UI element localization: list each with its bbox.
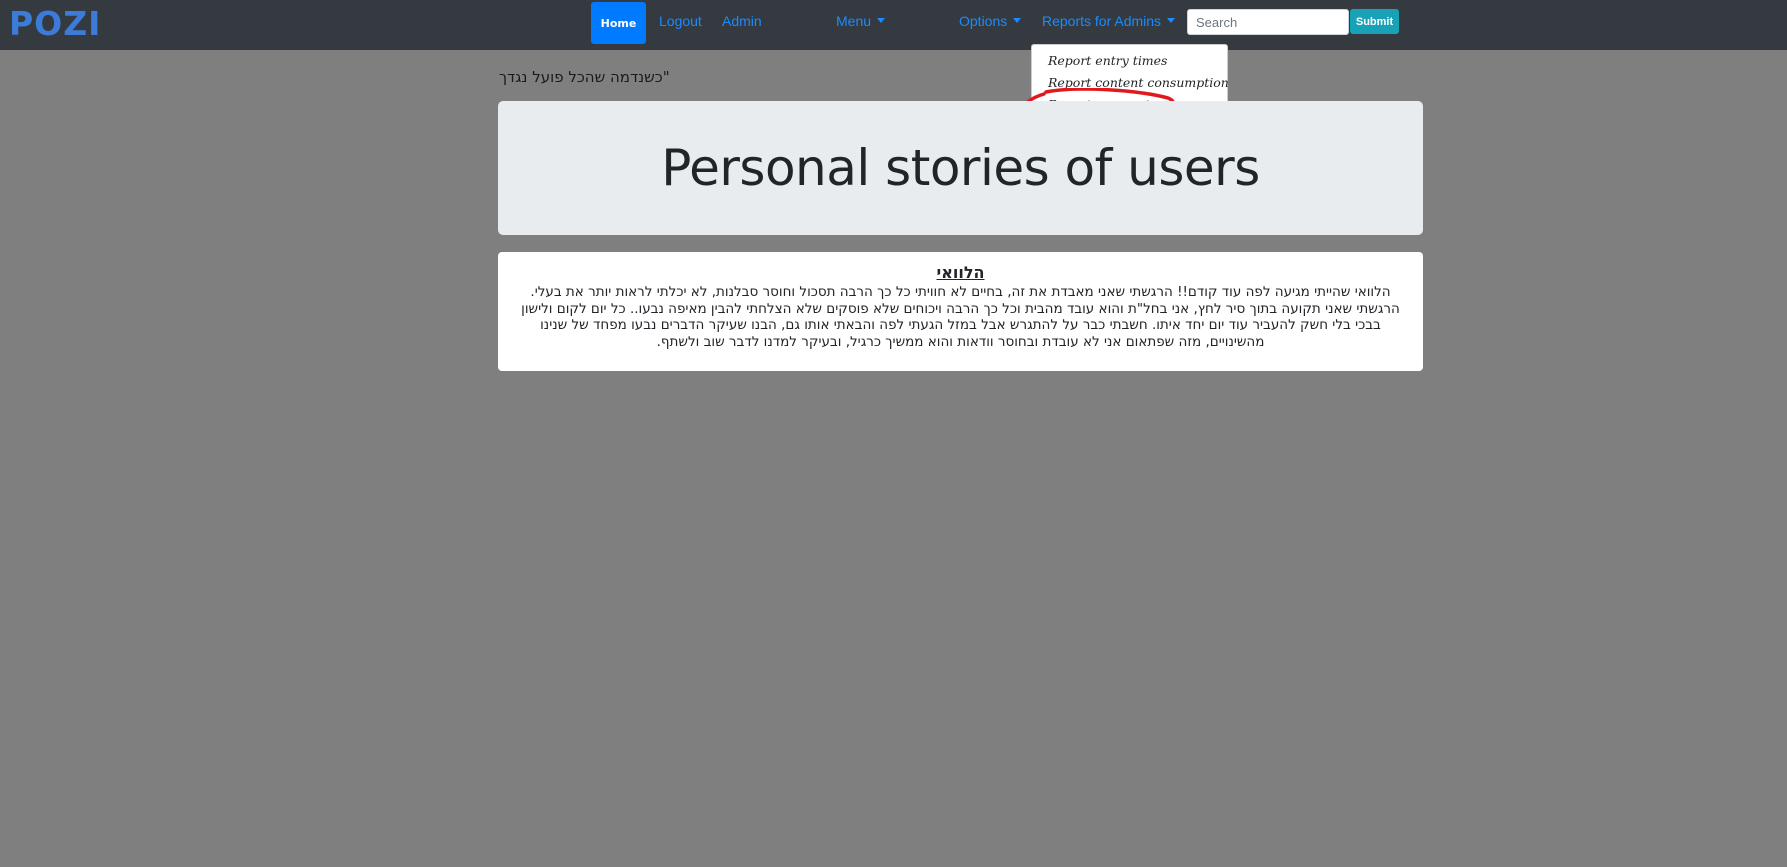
caret-down-icon — [1013, 18, 1022, 23]
home-nav-button[interactable]: Home — [591, 2, 646, 44]
page-title: Personal stories of users — [661, 139, 1260, 197]
story-body: הלוואי שהייתי מגיעה לפה עוד קודם!! הרגשת… — [521, 284, 1400, 350]
reports-label: Reports for Admins — [1042, 13, 1162, 29]
submit-button[interactable]: Submit — [1350, 9, 1399, 34]
caret-down-icon — [1167, 18, 1176, 23]
report-entry-times-item[interactable]: Report entry times — [1032, 50, 1227, 72]
admin-nav-link[interactable]: Admin — [722, 13, 762, 29]
options-dropdown-toggle[interactable]: Options — [959, 13, 1022, 29]
caret-down-icon — [877, 18, 886, 23]
story-card: הלוואי הלוואי שהייתי מגיעה לפה עוד קודם!… — [498, 252, 1423, 371]
top-navbar: POZI Home Logout Admin Menu Options Repo… — [0, 0, 1787, 50]
menu-dropdown-toggle[interactable]: Menu — [836, 13, 886, 29]
logout-nav-link[interactable]: Logout — [659, 13, 702, 29]
menu-label: Menu — [836, 13, 872, 29]
jumbotron: Personal stories of users — [498, 101, 1423, 235]
reports-dropdown-toggle[interactable]: Reports for Admins — [1042, 13, 1176, 29]
search-input[interactable] — [1187, 9, 1349, 35]
options-label: Options — [959, 13, 1008, 29]
report-content-consumption-item[interactable]: Report content consumption — [1032, 72, 1229, 94]
pozi-logo[interactable]: POZI — [9, 4, 101, 44]
quote-text: "כשנדמה שהכל פועל נגדך — [499, 68, 670, 86]
story-title: הלוואי — [936, 263, 985, 282]
